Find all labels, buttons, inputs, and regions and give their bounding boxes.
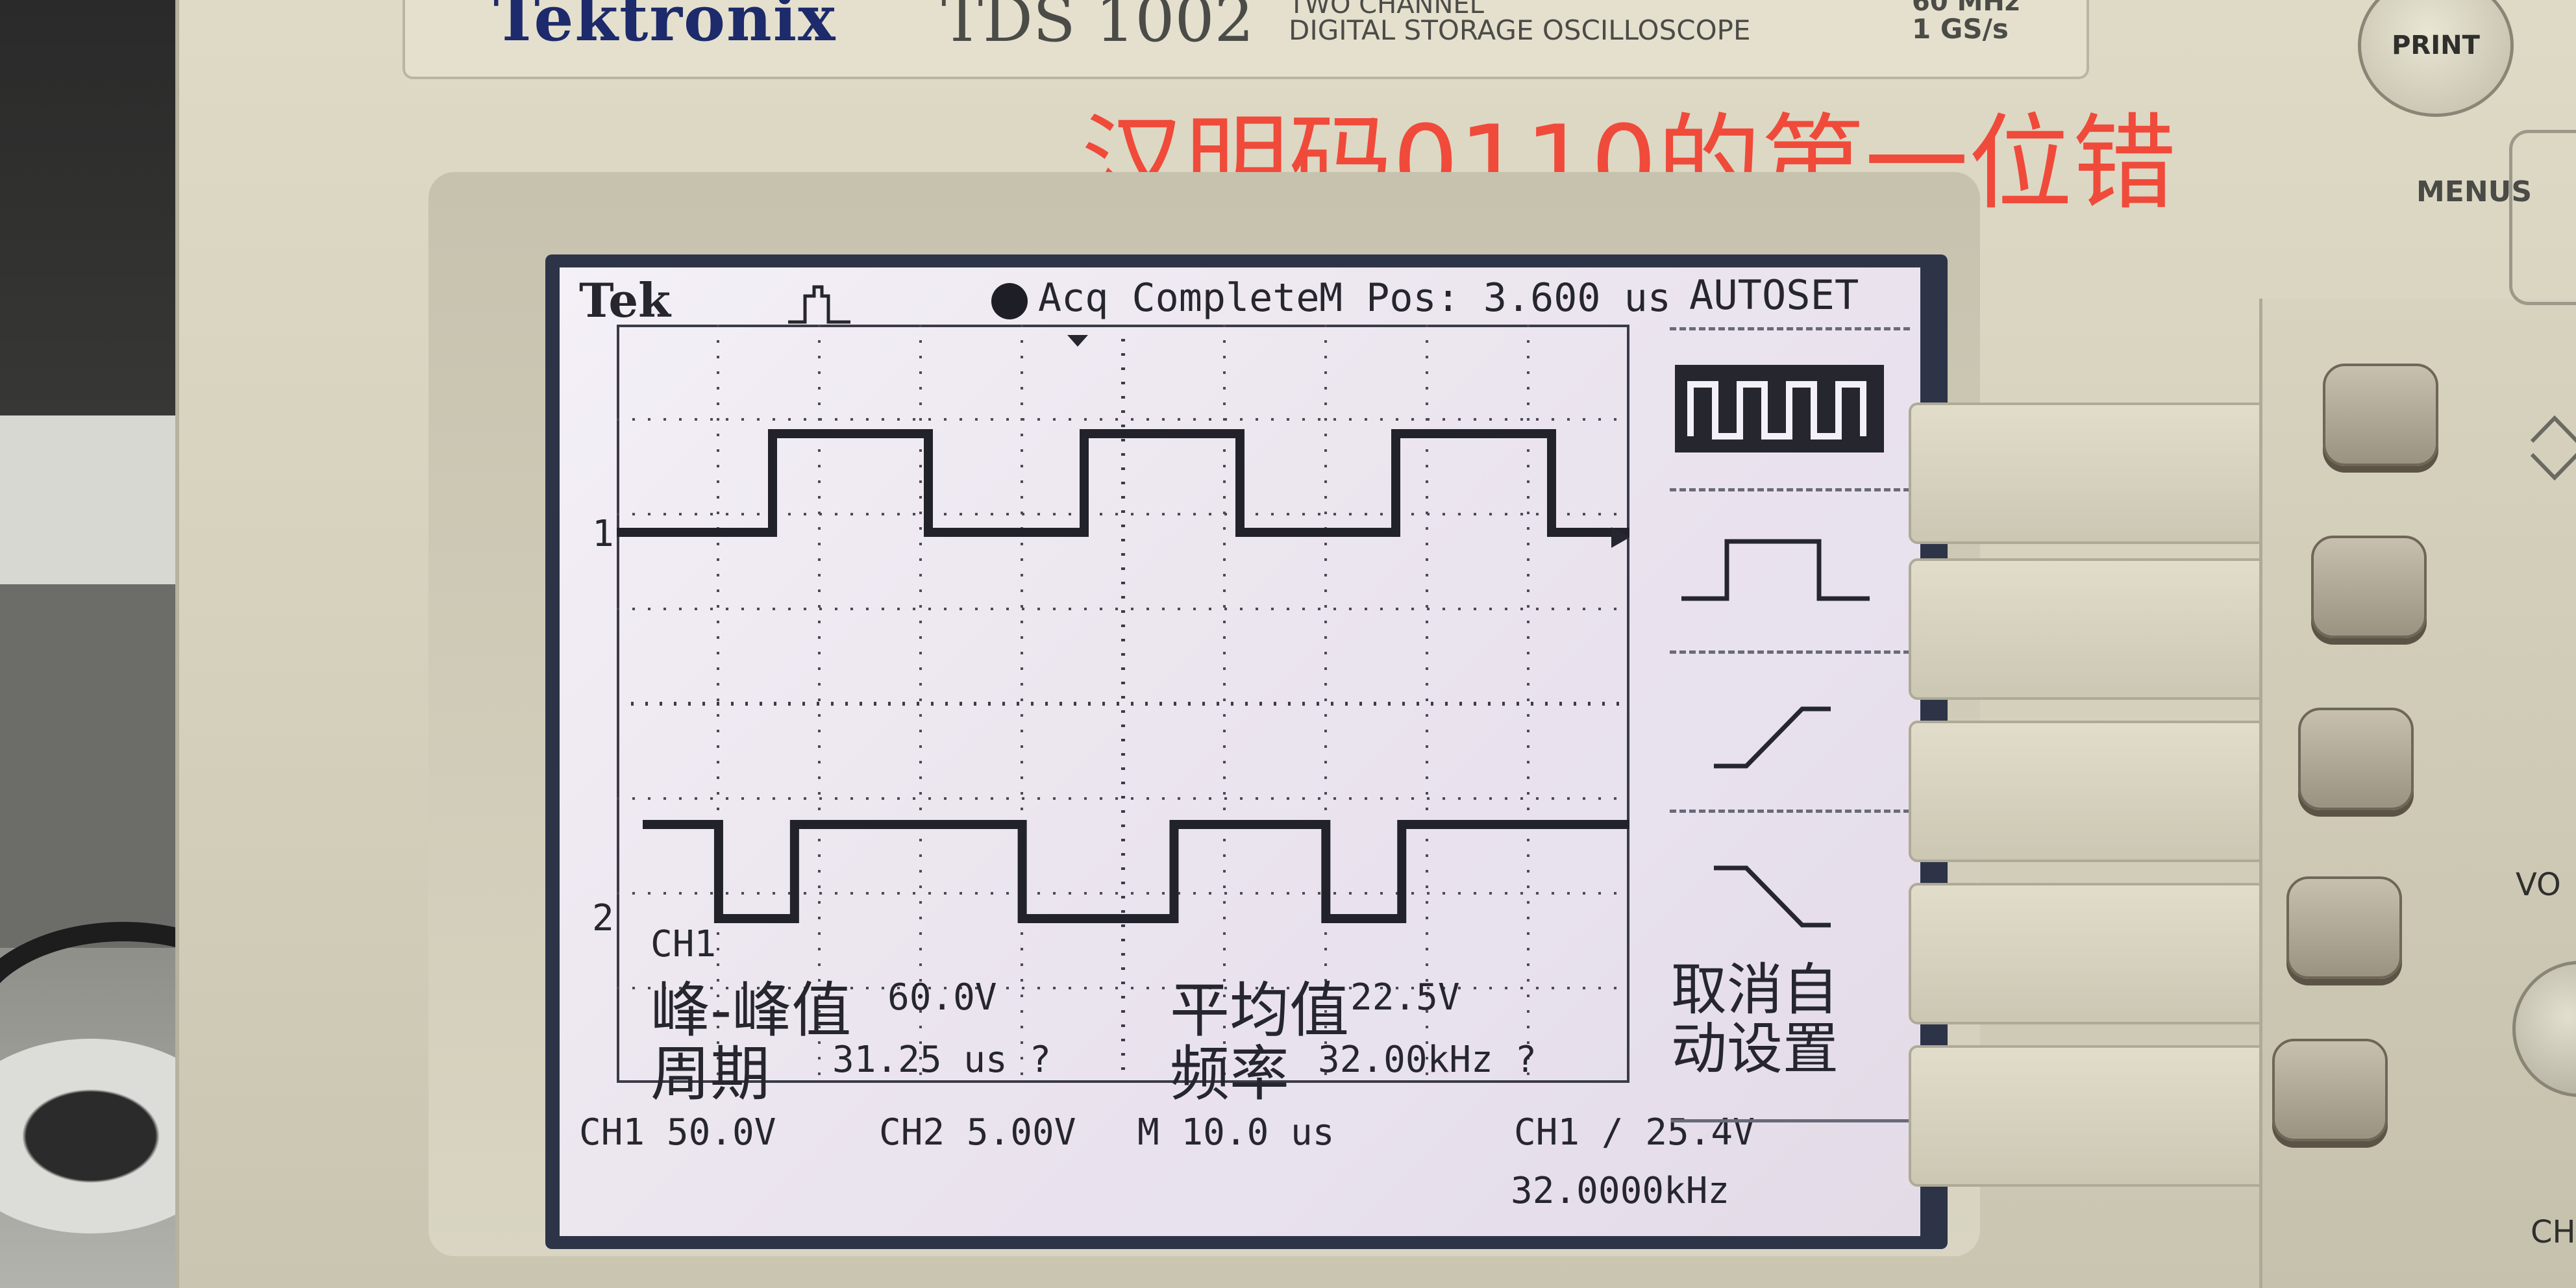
option-button-1[interactable] [2323,364,2438,466]
single-cycle-square-wave-icon [1681,539,1870,601]
lcd-screen: Tek Acq Complete M Pos: 3.600 us 1 2 CH1… [560,267,1920,1236]
menu-item-rising-edge[interactable] [1675,689,1884,780]
measure-channel-label: CH1 [650,923,717,965]
cancel-autoset-line2: 动设置 [1671,1017,1839,1082]
peak-to-peak-value: 60.0V [887,976,997,1019]
up-down-arrows-icon [2530,415,2576,481]
menus-label: MENUS [2416,175,2533,208]
menu-item-falling-edge[interactable] [1675,848,1884,939]
multi-cycle-square-wave-icon [1687,381,1866,440]
menu-button-cluster [2509,130,2576,305]
option-button-5[interactable] [2272,1039,2388,1141]
option-button-3[interactable] [2298,708,2414,810]
menu-bottom-rule [1671,1119,1911,1122]
period-label: 周期 [650,1039,771,1109]
brand-logo: Tektronix [493,0,837,55]
option-button-2[interactable] [2311,536,2427,638]
falling-edge-icon [1714,865,1831,928]
softkey-bezel-2 [1909,558,2277,700]
trigger-status-icon [788,285,850,324]
cancel-autoset-line1: 取消自 [1671,958,1839,1022]
frequency-label: 频率 [1170,1039,1290,1109]
model-description-line2: DIGITAL STORAGE OSCILLOSCOPE [1289,14,1751,46]
menu-separator [1670,650,1910,654]
ch2-ground-marker: 2 [592,897,614,939]
menu-separator [1670,327,1910,330]
ch2-waveform [643,820,1629,923]
ch1-volts-per-div: CH1 50.0V [579,1111,776,1154]
horizontal-position: M Pos: 3.600 us [1319,275,1671,321]
menu-separator [1670,488,1910,491]
option-button-4[interactable] [2286,876,2402,979]
print-button-label: PRINT [2392,31,2480,60]
frequency-value: 32.00kHz ? [1318,1039,1537,1081]
trigger-readout: CH1 ∕ 25.4V [1514,1111,1755,1154]
mean-value: 22.5V [1350,976,1460,1019]
rising-edge-icon [1714,706,1831,769]
tek-logo: Tek [579,273,671,328]
menu-item-cancel-autoset[interactable]: 取消自 动设置 [1671,958,1839,1082]
channel-section-label: CH [2531,1214,2576,1250]
time-per-div: M 10.0 us [1137,1111,1335,1154]
menu-title: AUTOSET [1689,271,1859,319]
softkey-bezel-1 [1909,402,2277,544]
period-value: 31.25 us ? [832,1039,1052,1081]
softkey-bezel-3 [1909,721,2277,862]
frequency-counter: 32.0000kHz [1511,1170,1730,1212]
acquisition-status-dot [991,283,1028,319]
softkey-bezel-4 [1909,883,2277,1024]
softkey-bezel-5 [1909,1045,2277,1187]
menu-item-single-cycle[interactable] [1675,527,1884,618]
trigger-position-marker [1067,335,1088,347]
acq-status: Acq Complete [1038,275,1320,321]
ch2-volts-per-div: CH2 5.00V [879,1111,1076,1154]
volts-section-label: VO [2516,867,2561,903]
menu-separator [1670,810,1910,813]
menu-item-multi-cycle[interactable] [1675,365,1884,452]
sample-rate-spec: 1 GS/s [1912,13,2009,45]
ch1-ground-marker: 1 [592,513,614,555]
model-number: TDS 1002 [941,0,1254,56]
